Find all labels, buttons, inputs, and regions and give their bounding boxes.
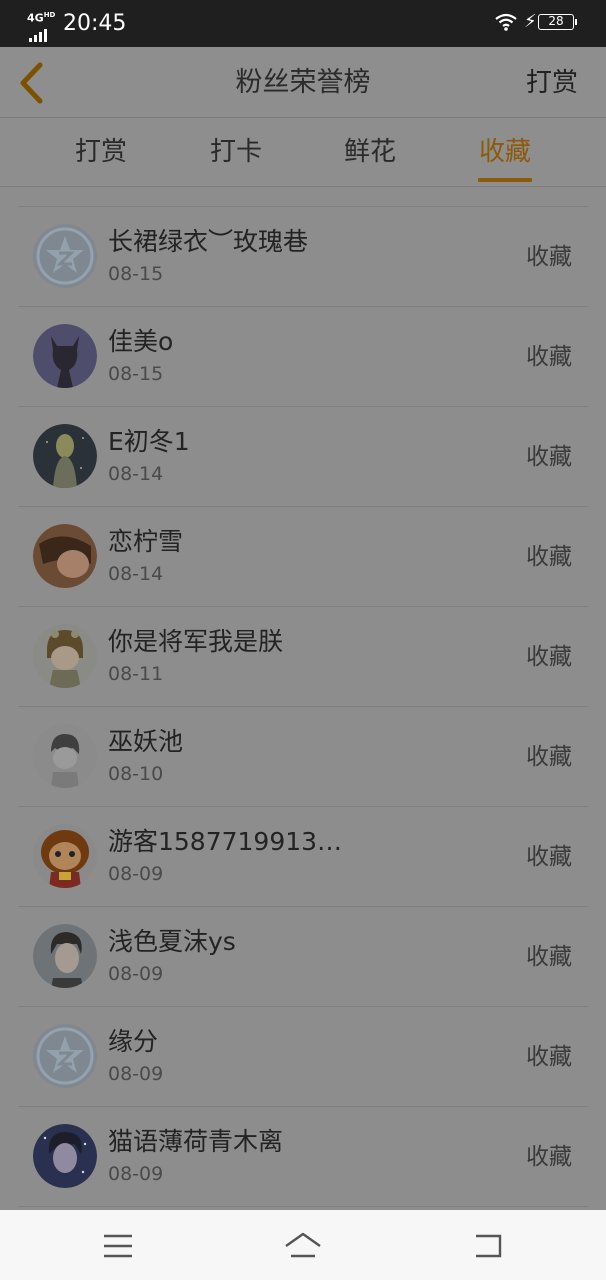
avatar	[33, 624, 97, 688]
avatar	[33, 1124, 97, 1188]
tab-favorites[interactable]: 收藏	[479, 136, 531, 168]
date: 08-14	[108, 563, 164, 585]
user-name: 恋柠雪	[108, 527, 184, 556]
user-name: 浅色夏沫ys	[108, 927, 236, 956]
charging-icon: ⚡	[524, 11, 537, 32]
avatar	[33, 1024, 97, 1088]
action-label: 收藏	[526, 644, 572, 670]
action-label: 收藏	[526, 844, 572, 870]
system-nav-bar	[0, 1210, 606, 1280]
battery-icon: 28	[538, 14, 577, 30]
user-name: 巫妖池	[108, 727, 184, 756]
chevron-left-icon	[20, 62, 43, 104]
list-item[interactable]: E初冬1 08-14 收藏	[18, 407, 588, 507]
date: 08-14	[108, 463, 164, 485]
list-item[interactable]: 浅色夏沫ys 08-09 收藏	[18, 907, 588, 1007]
list-item[interactable]: 游客1587719913… 08-09 收藏	[18, 807, 588, 907]
reward-button[interactable]: 打赏	[526, 67, 578, 99]
user-name: 缘分	[108, 1027, 159, 1056]
user-name: 游客1587719913…	[108, 827, 343, 856]
status-bar: 4GHD 20:45 ⚡ 28	[0, 0, 606, 47]
date: 08-15	[108, 363, 164, 385]
avatar	[33, 224, 97, 288]
signal-icon: 4GHD	[26, 8, 56, 42]
action-label: 收藏	[526, 944, 572, 970]
avatar	[33, 524, 97, 588]
action-label: 收藏	[526, 544, 572, 570]
user-name: 你是将军我是朕	[108, 627, 284, 656]
avatar	[33, 924, 97, 988]
action-label: 收藏	[526, 444, 572, 470]
action-label: 收藏	[526, 344, 572, 370]
user-name: E初冬1	[108, 427, 190, 456]
user-name: 猫语薄荷青木离	[108, 1127, 284, 1156]
tab-active-indicator	[478, 178, 532, 182]
avatar	[33, 424, 97, 488]
user-name: 佳美o	[108, 327, 174, 356]
avatar	[33, 324, 97, 388]
date: 08-09	[108, 1163, 164, 1185]
action-label: 收藏	[526, 744, 572, 770]
home-icon	[285, 1232, 321, 1258]
date: 08-10	[108, 763, 164, 785]
list-item[interactable]: 缘分 08-09 收藏	[18, 1007, 588, 1107]
list-item[interactable]: 巫妖池 08-10 收藏	[18, 707, 588, 807]
action-label: 收藏	[526, 1044, 572, 1070]
tab-checkin[interactable]: 打卡	[210, 136, 262, 168]
avatar	[33, 724, 97, 788]
home-button[interactable]	[283, 1226, 323, 1266]
back-icon	[476, 1234, 502, 1258]
list-item[interactable]: 猫语薄荷青木离 08-09 收藏	[18, 1107, 588, 1207]
date: 08-09	[108, 863, 164, 885]
date: 08-11	[108, 663, 164, 685]
date: 08-09	[108, 1063, 164, 1085]
list-item[interactable]: 佳美o 08-15 收藏	[18, 307, 588, 407]
tab-flowers[interactable]: 鲜花	[344, 136, 396, 168]
back-button[interactable]	[14, 61, 50, 105]
list-item[interactable]: 长裙绿衣︶玫瑰巷 08-15 收藏	[18, 207, 588, 307]
date: 08-15	[108, 263, 164, 285]
action-label: 收藏	[526, 1144, 572, 1170]
avatar	[33, 824, 97, 888]
back-nav-button[interactable]	[468, 1226, 508, 1266]
menu-button[interactable]	[98, 1226, 138, 1266]
tab-bar: 打赏 打卡 鲜花 收藏	[0, 118, 606, 187]
date: 08-09	[108, 963, 164, 985]
tab-reward[interactable]: 打赏	[75, 136, 127, 168]
page-title: 粉丝荣誉榜	[235, 67, 371, 98]
fan-list: 长裙绿衣︶玫瑰巷 08-15 收藏 佳美o 08-15 收藏 E初冬1 08-1…	[18, 206, 588, 1207]
list-item[interactable]: 你是将军我是朕 08-11 收藏	[18, 607, 588, 707]
list-item[interactable]: 恋柠雪 08-14 收藏	[18, 507, 588, 607]
header: 粉丝荣誉榜 打赏	[0, 47, 606, 118]
action-label: 收藏	[526, 244, 572, 270]
menu-icon	[104, 1234, 132, 1258]
user-name: 长裙绿衣︶玫瑰巷	[108, 227, 309, 256]
wifi-icon	[494, 12, 518, 36]
clock: 20:45	[63, 11, 127, 36]
